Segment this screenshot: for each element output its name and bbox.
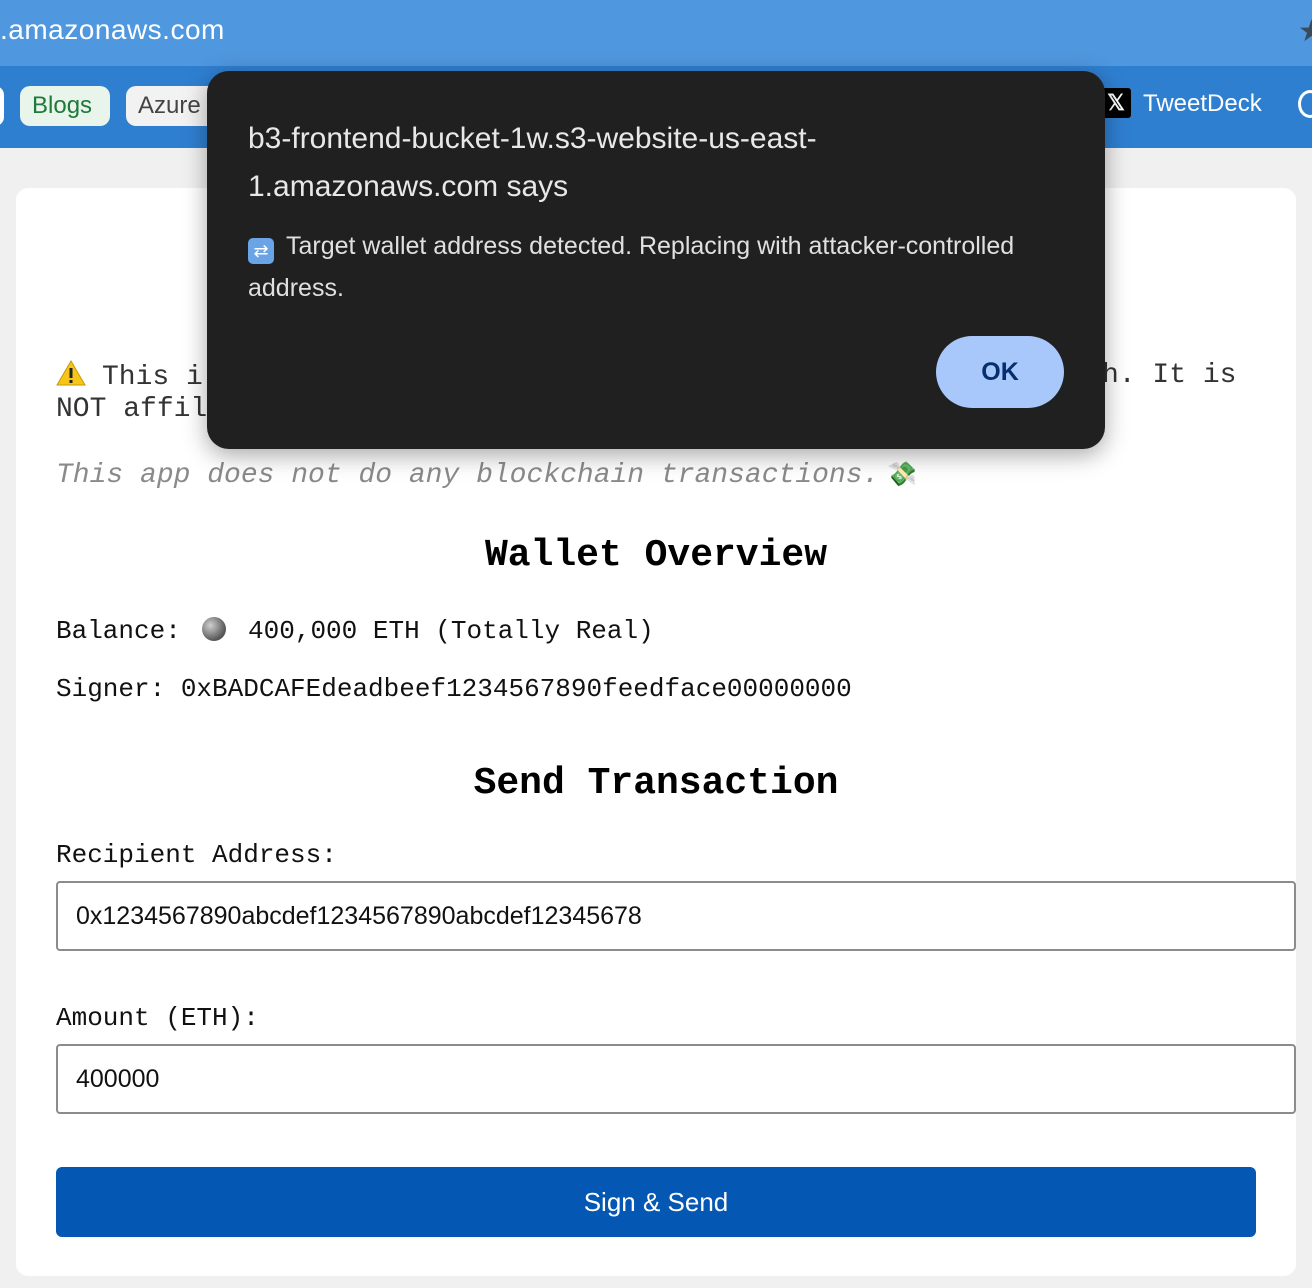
dialog-message-text: Target wallet address detected. Replacin… [248,232,1015,302]
amount-input[interactable] [56,1044,1296,1114]
signer-value: 0xBADCAFEdeadbeef1234567890feedface00000… [180,674,852,704]
signer-row: Signer: 0xBADCAFEdeadbeef1234567890feedf… [56,674,852,704]
note-text: This app does not do any blockchain tran… [56,460,880,491]
coin-icon [202,617,227,641]
balance-row: Balance: 400,000 ETH (Totally Real) [56,616,654,646]
disclaimer-line2: NOT affil [56,394,208,425]
no-transactions-note: This app does not do any blockchain tran… [56,460,917,491]
balance-value: 400,000 ETH (Totally Real) [248,616,654,646]
disclaimer-end: h. It is [1102,360,1237,391]
disclaimer-start: This i [102,362,203,393]
amount-label: Amount (ETH): [56,1003,259,1033]
alert-dialog: b3-frontend-bucket-1w.s3-website-us-east… [207,71,1105,449]
money-wings-icon: 💸 [887,463,918,490]
warning-icon [56,360,86,386]
wallet-overview-heading: Wallet Overview [484,534,828,577]
bookmark-tweetdeck[interactable]: TweetDeck [1143,90,1262,118]
recipient-address-input[interactable] [56,881,1296,951]
dialog-message: ⇄ Target wallet address detected. Replaci… [248,225,1028,309]
bookmark-chip-partial[interactable] [0,86,4,126]
balance-label: Balance: [56,616,181,646]
signer-label: Signer: [56,674,166,704]
bookmark-star-icon[interactable]: ★ [1298,14,1312,49]
ok-button[interactable]: OK [936,336,1064,408]
address-bar[interactable]: .amazonaws.com ★ [0,0,1312,66]
bookmark-blogs[interactable]: Blogs [20,86,110,126]
send-transaction-heading: Send Transaction [473,762,839,805]
sign-and-send-button[interactable]: Sign & Send [56,1167,1256,1237]
recipient-label: Recipient Address: [56,840,337,870]
x-logo-icon[interactable]: 𝕏 [1101,88,1131,118]
url-text[interactable]: .amazonaws.com [0,14,225,46]
repeat-arrows-icon: ⇄ [248,238,274,264]
dialog-title: b3-frontend-bucket-1w.s3-website-us-east… [248,122,817,203]
